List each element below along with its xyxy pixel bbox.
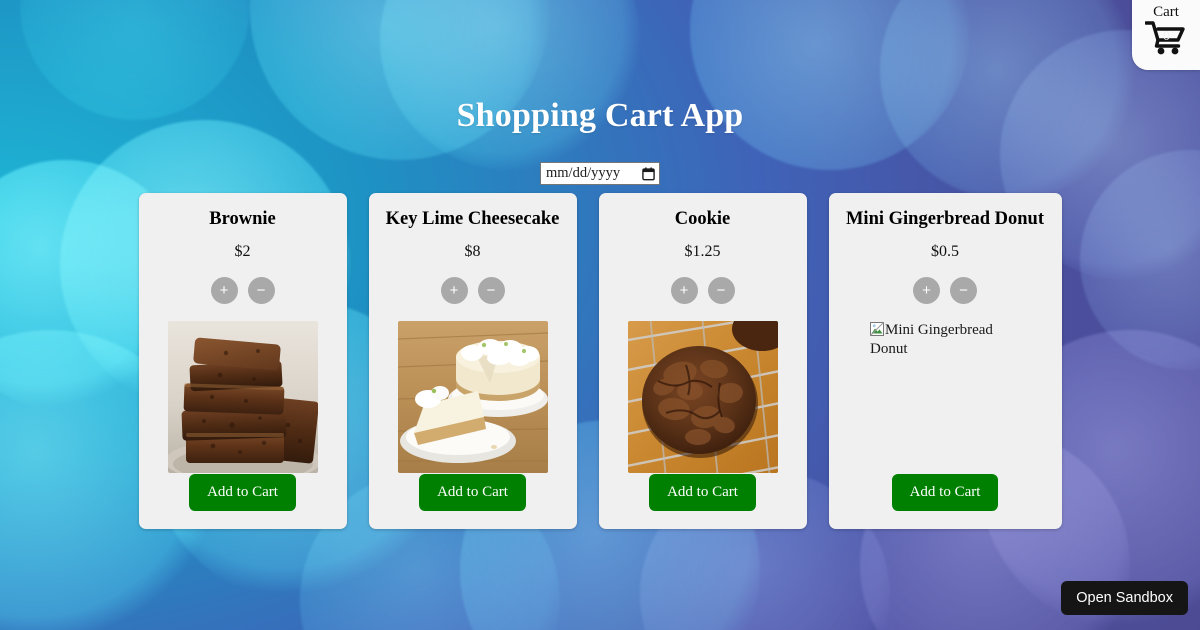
increment-quantity-button[interactable]: + <box>670 277 698 305</box>
key-lime-cheesecake-photo <box>397 321 548 474</box>
decrement-quantity-button[interactable]: − <box>477 277 505 305</box>
product-title: Mini Gingerbread Donut <box>845 209 1045 229</box>
date-filter-row: mm/dd/yyyy <box>0 162 1200 185</box>
cart-count-badge: 0 <box>1163 29 1170 44</box>
add-to-cart-button[interactable]: Add to Cart <box>891 474 999 511</box>
increment-quantity-button[interactable]: + <box>440 277 468 305</box>
quantity-controls: + − <box>440 277 505 305</box>
add-to-cart-button[interactable]: Add to Cart <box>189 474 296 511</box>
product-price: $2 <box>234 243 251 261</box>
broken-product-image: Mini Gingerbread Donut <box>870 321 1020 473</box>
product-title: Cookie <box>674 209 731 229</box>
calendar-icon[interactable] <box>642 166 655 181</box>
product-price: $1.25 <box>684 243 721 261</box>
brownie-photo <box>167 321 318 474</box>
product-price: $0.5 <box>931 243 959 261</box>
broken-image-alt-text-wrap: Mini Gingerbread Donut <box>870 322 993 357</box>
cart-label: Cart <box>1153 4 1179 20</box>
product-card: Mini Gingerbread Donut $0.5 + − Mini Gin… <box>828 193 1062 529</box>
product-title: Brownie <box>209 209 276 229</box>
broken-image-alt-text: Mini Gingerbread Donut <box>870 322 993 358</box>
broken-image-icon <box>870 322 884 337</box>
cart-icon-wrap[interactable]: 0 <box>1143 20 1189 60</box>
page-title: Shopping Cart App <box>456 96 744 134</box>
decrement-quantity-button[interactable]: − <box>247 277 275 305</box>
decrement-quantity-button[interactable]: − <box>707 277 735 305</box>
add-to-cart-button[interactable]: Add to Cart <box>649 474 756 511</box>
product-card: Key Lime Cheesecake $8 + − Add to Cart <box>368 193 577 529</box>
quantity-controls: + − <box>210 277 275 305</box>
decrement-quantity-button[interactable]: − <box>950 277 977 305</box>
product-card: Cookie $1.25 + − Add to Cart <box>598 193 807 529</box>
cart-widget[interactable]: Cart 0 <box>1132 0 1200 70</box>
increment-quantity-button[interactable]: + <box>210 277 238 305</box>
product-title: Key Lime Cheesecake <box>385 209 560 229</box>
quantity-controls: + − <box>670 277 735 305</box>
product-card: Brownie $2 + − Add to Cart <box>138 193 347 529</box>
quantity-controls: + − <box>913 277 977 305</box>
date-input-placeholder: mm/dd/yyyy <box>546 165 621 181</box>
cookie-photo <box>627 321 778 474</box>
open-sandbox-button[interactable]: Open Sandbox <box>1061 581 1188 615</box>
product-card-row: Brownie $2 + − Add to Cart Key Lime Chee… <box>0 193 1200 529</box>
add-to-cart-button[interactable]: Add to Cart <box>419 474 526 511</box>
product-price: $8 <box>464 243 481 261</box>
increment-quantity-button[interactable]: + <box>913 277 940 305</box>
date-input[interactable]: mm/dd/yyyy <box>540 162 660 185</box>
